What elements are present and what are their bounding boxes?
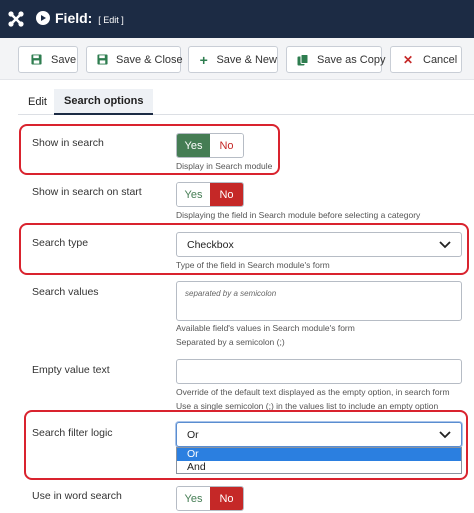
search-type-label: Search type (32, 237, 89, 249)
tab-search-options[interactable]: Search options (54, 89, 154, 115)
save-close-button[interactable]: Save & Close (86, 46, 183, 73)
option-or[interactable]: Or (177, 448, 461, 461)
page-title: Field: [ Edit ] (55, 10, 124, 26)
filter-logic-options: Or And (176, 447, 462, 474)
save-button[interactable]: Save (18, 46, 78, 73)
empty-value-input[interactable] (176, 359, 462, 384)
plus-icon: + (199, 51, 208, 68)
page-title-mode: [ Edit ] (98, 15, 124, 25)
show-in-search-no[interactable]: No (210, 134, 243, 157)
filter-logic-label: Search filter logic (32, 427, 113, 439)
show-in-search-yes[interactable]: Yes (177, 134, 210, 157)
tab-bar: Edit Search options (18, 89, 474, 115)
empty-value-help: Override of the default text displayed a… (176, 387, 450, 397)
search-type-value: Checkbox (187, 238, 234, 251)
joomla-logo[interactable] (6, 9, 26, 29)
word-search-yes[interactable]: Yes (177, 487, 210, 510)
search-values-textarea[interactable]: separated by a semicolon (176, 281, 462, 321)
word-search-no[interactable]: No (210, 487, 243, 510)
empty-value-label: Empty value text (32, 364, 110, 376)
search-values-help-2: Separated by a semicolon (;) (176, 337, 285, 347)
copy-icon (297, 53, 309, 67)
floppy-icon (29, 53, 43, 67)
word-search-label: Use in word search (32, 490, 122, 502)
filter-logic-value: Or (187, 428, 199, 441)
search-type-help: Type of the field in Search module's for… (176, 260, 330, 270)
save-copy-label: Save as Copy (317, 53, 386, 66)
option-and[interactable]: And (177, 461, 461, 474)
chevron-down-icon (439, 431, 451, 439)
show-on-start-help: Displaying the field in Search module be… (176, 210, 421, 220)
search-values-help: Available field's values in Search modul… (176, 323, 355, 333)
show-in-search-help: Display in Search module (176, 161, 273, 171)
show-in-search-label: Show in search (32, 137, 104, 149)
cancel-button[interactable]: ✕ Cancel (390, 46, 462, 73)
tab-edit[interactable]: Edit (18, 89, 57, 115)
cancel-label: Cancel (423, 53, 458, 66)
save-new-button[interactable]: + Save & New (188, 46, 278, 73)
filter-logic-select[interactable]: Or (176, 422, 462, 447)
word-search-toggle[interactable]: Yes No (176, 486, 244, 511)
close-icon: ✕ (402, 52, 414, 67)
show-on-start-label: Show in search on start (32, 186, 142, 198)
show-on-start-no[interactable]: No (210, 183, 243, 206)
save-copy-button[interactable]: Save as Copy (286, 46, 386, 73)
save-new-label: Save & New (216, 53, 277, 66)
search-type-select[interactable]: Checkbox (176, 232, 462, 257)
save-label: Save (51, 53, 77, 66)
play-circle-icon (36, 11, 50, 25)
show-in-search-toggle[interactable]: Yes No (176, 133, 244, 158)
floppy-icon (97, 53, 108, 67)
search-values-label: Search values (32, 286, 99, 298)
save-close-label: Save & Close (116, 53, 183, 66)
page-title-text: Field: (55, 10, 93, 26)
toolbar: Save Save & Close + Save & New Save as C… (0, 38, 474, 80)
show-on-start-yes[interactable]: Yes (177, 183, 210, 206)
app-header: Field: [ Edit ] (0, 0, 474, 38)
show-on-start-toggle[interactable]: Yes No (176, 182, 244, 207)
empty-value-help-2: Use a single semicolon (;) in the values… (176, 401, 439, 411)
chevron-down-icon (439, 241, 451, 249)
